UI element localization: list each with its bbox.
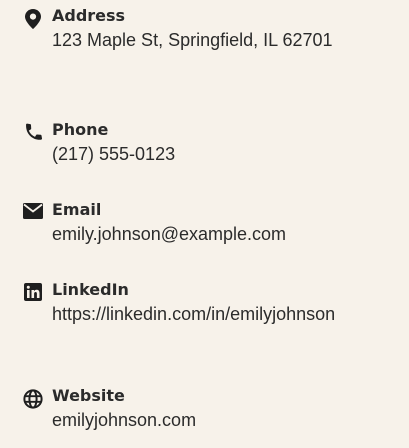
- linkedin-label: LinkedIn: [52, 280, 129, 299]
- contact-item-website: Website emilyjohnson.com: [22, 386, 409, 433]
- contact-item-email: Email emily.johnson@example.com: [22, 200, 409, 247]
- phone-label: Phone: [52, 120, 109, 139]
- map-marker-icon: [22, 9, 44, 29]
- phone-value: (217) 555-0123: [52, 144, 176, 164]
- email-label: Email: [52, 200, 102, 219]
- website-value[interactable]: emilyjohnson.com: [52, 407, 409, 433]
- address-label: Address: [52, 6, 126, 25]
- contact-item-phone: Phone (217) 555-0123: [22, 120, 409, 167]
- contact-item-address: Address 123 Maple St, Springfield, IL 62…: [22, 6, 409, 53]
- linkedin-icon: [22, 283, 44, 303]
- address-value: 123 Maple St, Springfield, IL 62701: [52, 30, 333, 50]
- phone-icon: [22, 123, 44, 143]
- email-value: emily.johnson@example.com: [52, 224, 287, 244]
- linkedin-value[interactable]: https://linkedin.com/in/emilyjohnson: [52, 301, 402, 327]
- website-label: Website: [52, 386, 125, 405]
- envelope-icon: [22, 203, 44, 223]
- globe-icon: [22, 389, 44, 409]
- contact-item-linkedin: LinkedIn https://linkedin.com/in/emilyjo…: [22, 280, 409, 327]
